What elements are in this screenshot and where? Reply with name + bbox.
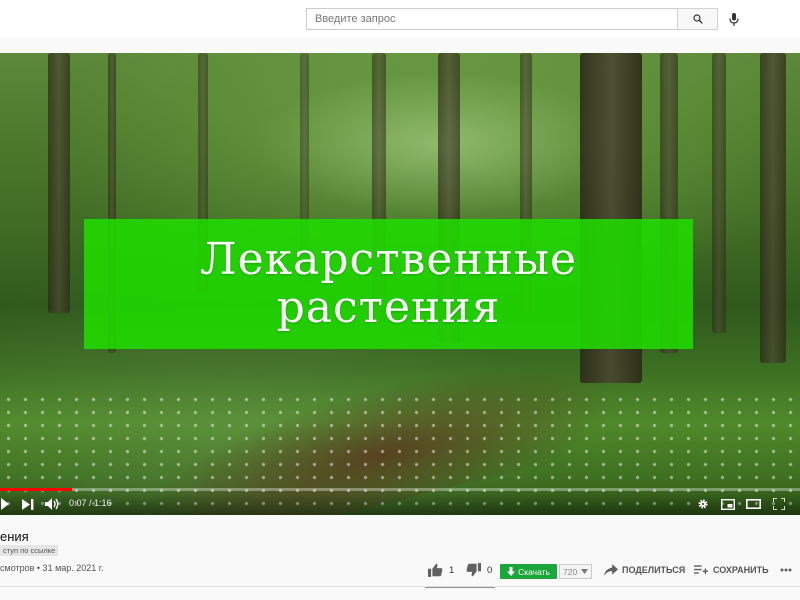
miniplayer-icon: [721, 498, 735, 510]
theater-icon: [745, 499, 761, 509]
thumb-up-icon: [428, 563, 443, 577]
volume-button[interactable]: [43, 495, 61, 513]
miniplayer-button[interactable]: [719, 495, 737, 513]
top-header: [0, 0, 800, 38]
player-controls: 0:07 / 1:16: [0, 493, 800, 515]
dislike-button[interactable]: 0: [466, 561, 492, 579]
fullscreen-button[interactable]: [770, 495, 788, 513]
voice-search-button[interactable]: [724, 9, 744, 29]
banner-title-line-1: Лекарственные: [199, 234, 578, 285]
theater-mode-button[interactable]: [744, 495, 762, 513]
progress-bar-played: [0, 488, 72, 491]
search-icon: [692, 14, 703, 24]
download-button[interactable]: Скачать: [500, 564, 557, 579]
thumb-down-icon: [466, 563, 481, 577]
play-button[interactable]: [0, 495, 10, 513]
quality-value: 720: [563, 566, 578, 577]
section-divider: [0, 586, 800, 587]
video-info: ения ступ по ссылке смотров • 31 мар. 20…: [0, 515, 800, 600]
views-and-date: смотров • 31 мар. 2021 г.: [0, 563, 104, 573]
search-button[interactable]: [677, 8, 718, 30]
download-label: Скачать: [518, 566, 550, 577]
banner-title-line-2: растения: [276, 282, 501, 333]
search-box[interactable]: [306, 8, 677, 30]
save-button[interactable]: СОХРАНИТЬ: [694, 561, 769, 579]
fullscreen-icon: [773, 498, 785, 510]
download-arrow-icon: [507, 567, 516, 576]
next-icon: [22, 498, 34, 510]
dislike-count: 0: [487, 564, 493, 576]
unlisted-badge: ступ по ссылке: [0, 545, 59, 556]
video-title: ения: [0, 529, 29, 544]
save-label: СОХРАНИТЬ: [713, 565, 769, 575]
tree-trunk: [712, 53, 726, 333]
play-icon: [1, 498, 9, 510]
video-player[interactable]: Лекарственные растения 0:07 / 1:16: [0, 53, 800, 515]
like-count: 1: [449, 564, 455, 576]
gear-icon: [698, 499, 708, 509]
share-button[interactable]: ПОДЕЛИТЬСЯ: [604, 561, 685, 579]
tree-trunk: [48, 53, 70, 313]
next-button[interactable]: [20, 495, 36, 513]
mic-icon: [729, 12, 739, 26]
share-arrow-icon: [604, 564, 618, 576]
time-display: 0:07 / 1:16: [69, 498, 112, 508]
more-actions-button[interactable]: [780, 561, 792, 579]
chevron-down-icon: [581, 569, 589, 574]
progress-bar[interactable]: [0, 488, 800, 491]
search-input[interactable]: [307, 9, 677, 29]
more-dots-icon: [780, 568, 792, 572]
like-button[interactable]: 1: [428, 561, 454, 579]
tree-trunk: [760, 53, 786, 363]
share-label: ПОДЕЛИТЬСЯ: [622, 565, 686, 575]
playlist-add-icon: [694, 565, 708, 575]
video-title-banner: Лекарственные растения: [84, 219, 693, 349]
settings-button[interactable]: [695, 495, 711, 513]
volume-icon: [44, 498, 58, 510]
quality-select[interactable]: 720: [559, 564, 592, 579]
youtube-watch-page: Лекарственные растения 0:07 / 1:16: [0, 0, 800, 600]
